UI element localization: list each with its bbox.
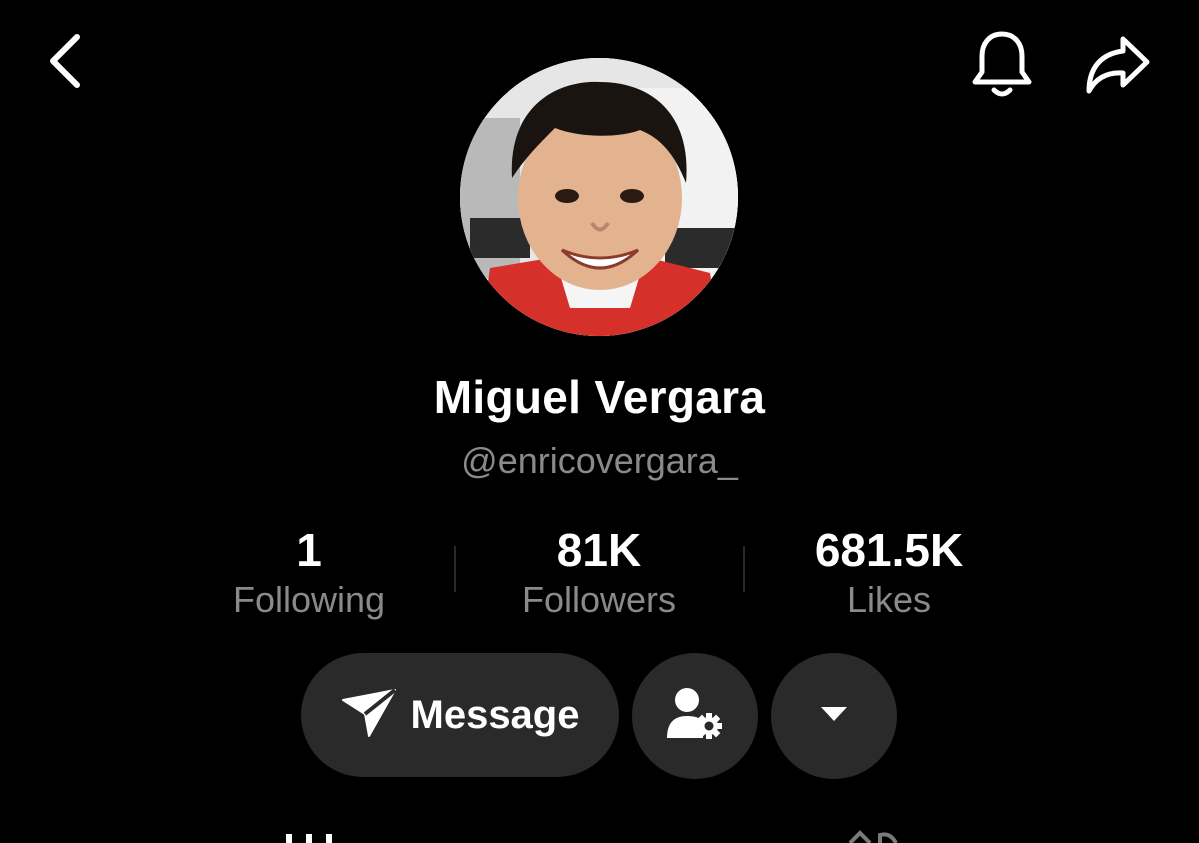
following-stat[interactable]: 1 Following [179,522,439,622]
tab-videos[interactable] [284,830,354,843]
liked-icon [848,830,898,843]
likes-label: Likes [846,579,932,620]
user-settings-icon [665,686,725,747]
stat-divider [454,546,456,592]
likes-count: 681.5K [814,524,964,576]
tab-liked[interactable] [846,830,902,843]
profile-screen: Miguel Vergara @enricovergara_ 1 Followi… [0,0,1199,843]
bell-icon [970,28,1034,105]
message-button[interactable]: Message [301,653,619,777]
chevron-left-icon [45,31,85,96]
send-icon [341,687,397,743]
friend-settings-button[interactable] [632,653,758,779]
back-button[interactable] [30,28,100,98]
grid-icon [286,834,332,843]
avatar[interactable] [460,58,738,336]
caret-down-icon [819,704,849,729]
profile-photo [460,58,738,336]
followers-label: Followers [521,579,677,620]
likes-stat[interactable]: 681.5K Likes [759,522,1019,622]
share-button[interactable] [1076,28,1160,104]
share-arrow-icon [1083,33,1153,100]
more-options-button[interactable] [771,653,897,779]
following-count: 1 [296,524,322,576]
notification-bell-button[interactable] [962,26,1042,106]
username: @enricovergara_ [461,440,738,481]
followers-stat[interactable]: 81K Followers [469,522,729,622]
following-label: Following [232,579,386,620]
message-label: Message [410,692,580,737]
display-name: Miguel Vergara [433,371,766,423]
followers-count: 81K [556,524,642,576]
stat-divider [743,546,745,592]
